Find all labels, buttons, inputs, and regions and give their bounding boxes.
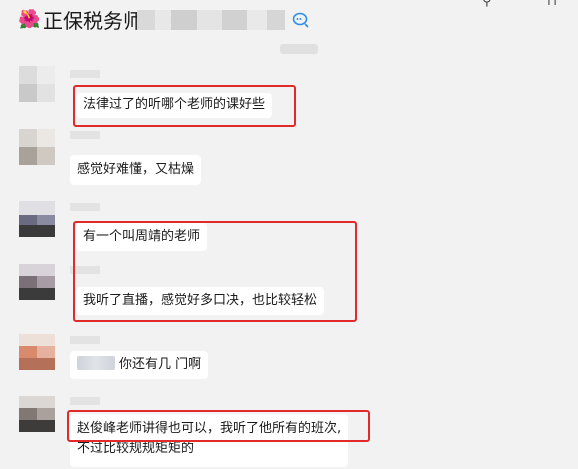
message-bubble: 感觉好难懂，又枯燥 <box>70 155 202 185</box>
sender-name-blur <box>70 131 100 139</box>
sender-name-blur <box>70 397 100 405</box>
highlight-box <box>67 410 370 442</box>
title-blurred-text <box>137 10 285 30</box>
mention-blur <box>77 356 115 370</box>
avatar[interactable] <box>19 201 55 237</box>
group-chat-icon[interactable] <box>292 12 310 28</box>
pin-icon[interactable]: ⚲ <box>482 0 492 9</box>
restore-window-icon[interactable]: ⊓ <box>547 0 557 9</box>
chat-header: 🌺 正保税务师 ⚲ ⊓ <box>0 0 578 44</box>
avatar[interactable] <box>19 334 55 370</box>
group-flower-icon: 🌺 <box>18 9 41 30</box>
sender-name-blur <box>70 70 100 78</box>
timestamp-blur <box>280 44 318 54</box>
sender-name-blur <box>70 336 100 344</box>
message-text-line-2: 不过比较规规矩矩的 <box>77 441 195 456</box>
highlight-box <box>73 221 357 322</box>
chat-title: 正保税务师 <box>43 9 143 33</box>
message-text: 你还有几 门啊 <box>119 357 202 372</box>
sender-name-blur <box>70 203 100 211</box>
message-text: 感觉好难懂，又枯燥 <box>77 162 195 177</box>
message-bubble: 你还有几 门啊 <box>70 351 209 379</box>
avatar[interactable] <box>19 129 55 165</box>
avatar[interactable] <box>19 66 55 102</box>
highlight-box <box>73 85 296 127</box>
avatar[interactable] <box>19 264 55 300</box>
avatar[interactable] <box>19 396 55 432</box>
